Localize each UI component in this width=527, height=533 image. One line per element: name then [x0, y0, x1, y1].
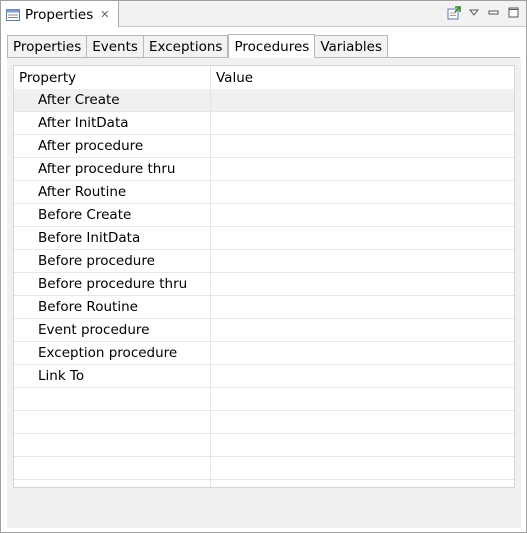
view-toolbar: [446, 3, 522, 23]
property-value-cell[interactable]: [211, 365, 514, 387]
empty-table-row: [14, 388, 514, 411]
property-value-cell[interactable]: [211, 296, 514, 318]
table-row[interactable]: After InitData: [14, 112, 514, 135]
property-name-cell: After Create: [14, 89, 211, 111]
column-header-value[interactable]: Value: [211, 66, 514, 89]
tab-exceptions[interactable]: Exceptions: [143, 35, 229, 58]
empty-table-row: [14, 480, 514, 487]
empty-name-cell: [14, 434, 211, 456]
property-value-cell[interactable]: [211, 135, 514, 157]
property-name-cell: After procedure: [14, 135, 211, 157]
property-value-cell[interactable]: [211, 204, 514, 226]
table-row[interactable]: Before procedure: [14, 250, 514, 273]
properties-view: Properties ✕ Properties Events Exception…: [0, 0, 527, 533]
property-value-cell[interactable]: [211, 181, 514, 203]
tab-properties[interactable]: Properties: [7, 35, 88, 58]
empty-table-row: [14, 434, 514, 457]
table-row[interactable]: After procedure: [14, 135, 514, 158]
minimize-icon[interactable]: [486, 5, 502, 21]
empty-name-cell: [14, 480, 211, 487]
empty-value-cell: [211, 411, 514, 433]
property-value-cell[interactable]: [211, 158, 514, 180]
table-row[interactable]: Before Create: [14, 204, 514, 227]
empty-table-row: [14, 411, 514, 434]
table-body: After Create After InitData After procedur…: [14, 89, 514, 487]
property-tabs: Properties Events Exceptions Procedures …: [7, 34, 389, 58]
view-tab-bar: Properties ✕: [1, 1, 526, 28]
property-value-cell[interactable]: [211, 319, 514, 341]
property-name-cell: After Routine: [14, 181, 211, 203]
tab-variables[interactable]: Variables: [315, 35, 389, 58]
property-value-cell[interactable]: [211, 342, 514, 364]
table-row[interactable]: Before procedure thru: [14, 273, 514, 296]
properties-view-tab[interactable]: Properties ✕: [1, 1, 119, 28]
tab-events[interactable]: Events: [87, 35, 144, 58]
property-table[interactable]: Property Value After Create After InitDat…: [13, 65, 515, 488]
property-name-cell: Exception procedure: [14, 342, 211, 364]
property-value-cell[interactable]: [211, 227, 514, 249]
property-value-cell[interactable]: [211, 273, 514, 295]
tab-procedures[interactable]: Procedures: [228, 34, 316, 58]
table-row[interactable]: Before Routine: [14, 296, 514, 319]
properties-icon: [6, 8, 20, 21]
table-row[interactable]: After procedure thru: [14, 158, 514, 181]
view-content: Properties Events Exceptions Procedures …: [1, 27, 526, 532]
property-name-cell: Before InitData: [14, 227, 211, 249]
table-row[interactable]: Event procedure: [14, 319, 514, 342]
property-value-cell[interactable]: [211, 250, 514, 272]
property-value-cell[interactable]: [211, 112, 514, 134]
property-name-cell: After procedure thru: [14, 158, 211, 180]
table-header: Property Value: [14, 66, 514, 89]
pin-editor-icon[interactable]: [446, 5, 462, 21]
table-row[interactable]: Before InitData: [14, 227, 514, 250]
property-name-cell: Link To: [14, 365, 211, 387]
property-value-cell[interactable]: [211, 89, 514, 111]
close-icon[interactable]: ✕: [100, 8, 109, 21]
empty-name-cell: [14, 388, 211, 410]
property-name-cell: Before procedure: [14, 250, 211, 272]
maximize-icon[interactable]: [506, 5, 522, 21]
property-name-cell: Event procedure: [14, 319, 211, 341]
empty-value-cell: [211, 434, 514, 456]
procedures-panel: Property Value After Create After InitDat…: [7, 58, 521, 528]
view-title: Properties: [25, 6, 94, 23]
empty-table-row: [14, 457, 514, 480]
table-row[interactable]: After Routine: [14, 181, 514, 204]
empty-value-cell: [211, 388, 514, 410]
view-menu-icon[interactable]: [466, 5, 482, 21]
empty-name-cell: [14, 457, 211, 479]
property-name-cell: Before Create: [14, 204, 211, 226]
table-row[interactable]: Exception procedure: [14, 342, 514, 365]
property-name-cell: Before Routine: [14, 296, 211, 318]
column-header-property[interactable]: Property: [14, 66, 211, 89]
empty-value-cell: [211, 457, 514, 479]
property-name-cell: Before procedure thru: [14, 273, 211, 295]
table-row[interactable]: Link To: [14, 365, 514, 388]
table-row[interactable]: After Create: [14, 89, 514, 112]
empty-name-cell: [14, 411, 211, 433]
empty-value-cell: [211, 480, 514, 487]
property-name-cell: After InitData: [14, 112, 211, 134]
